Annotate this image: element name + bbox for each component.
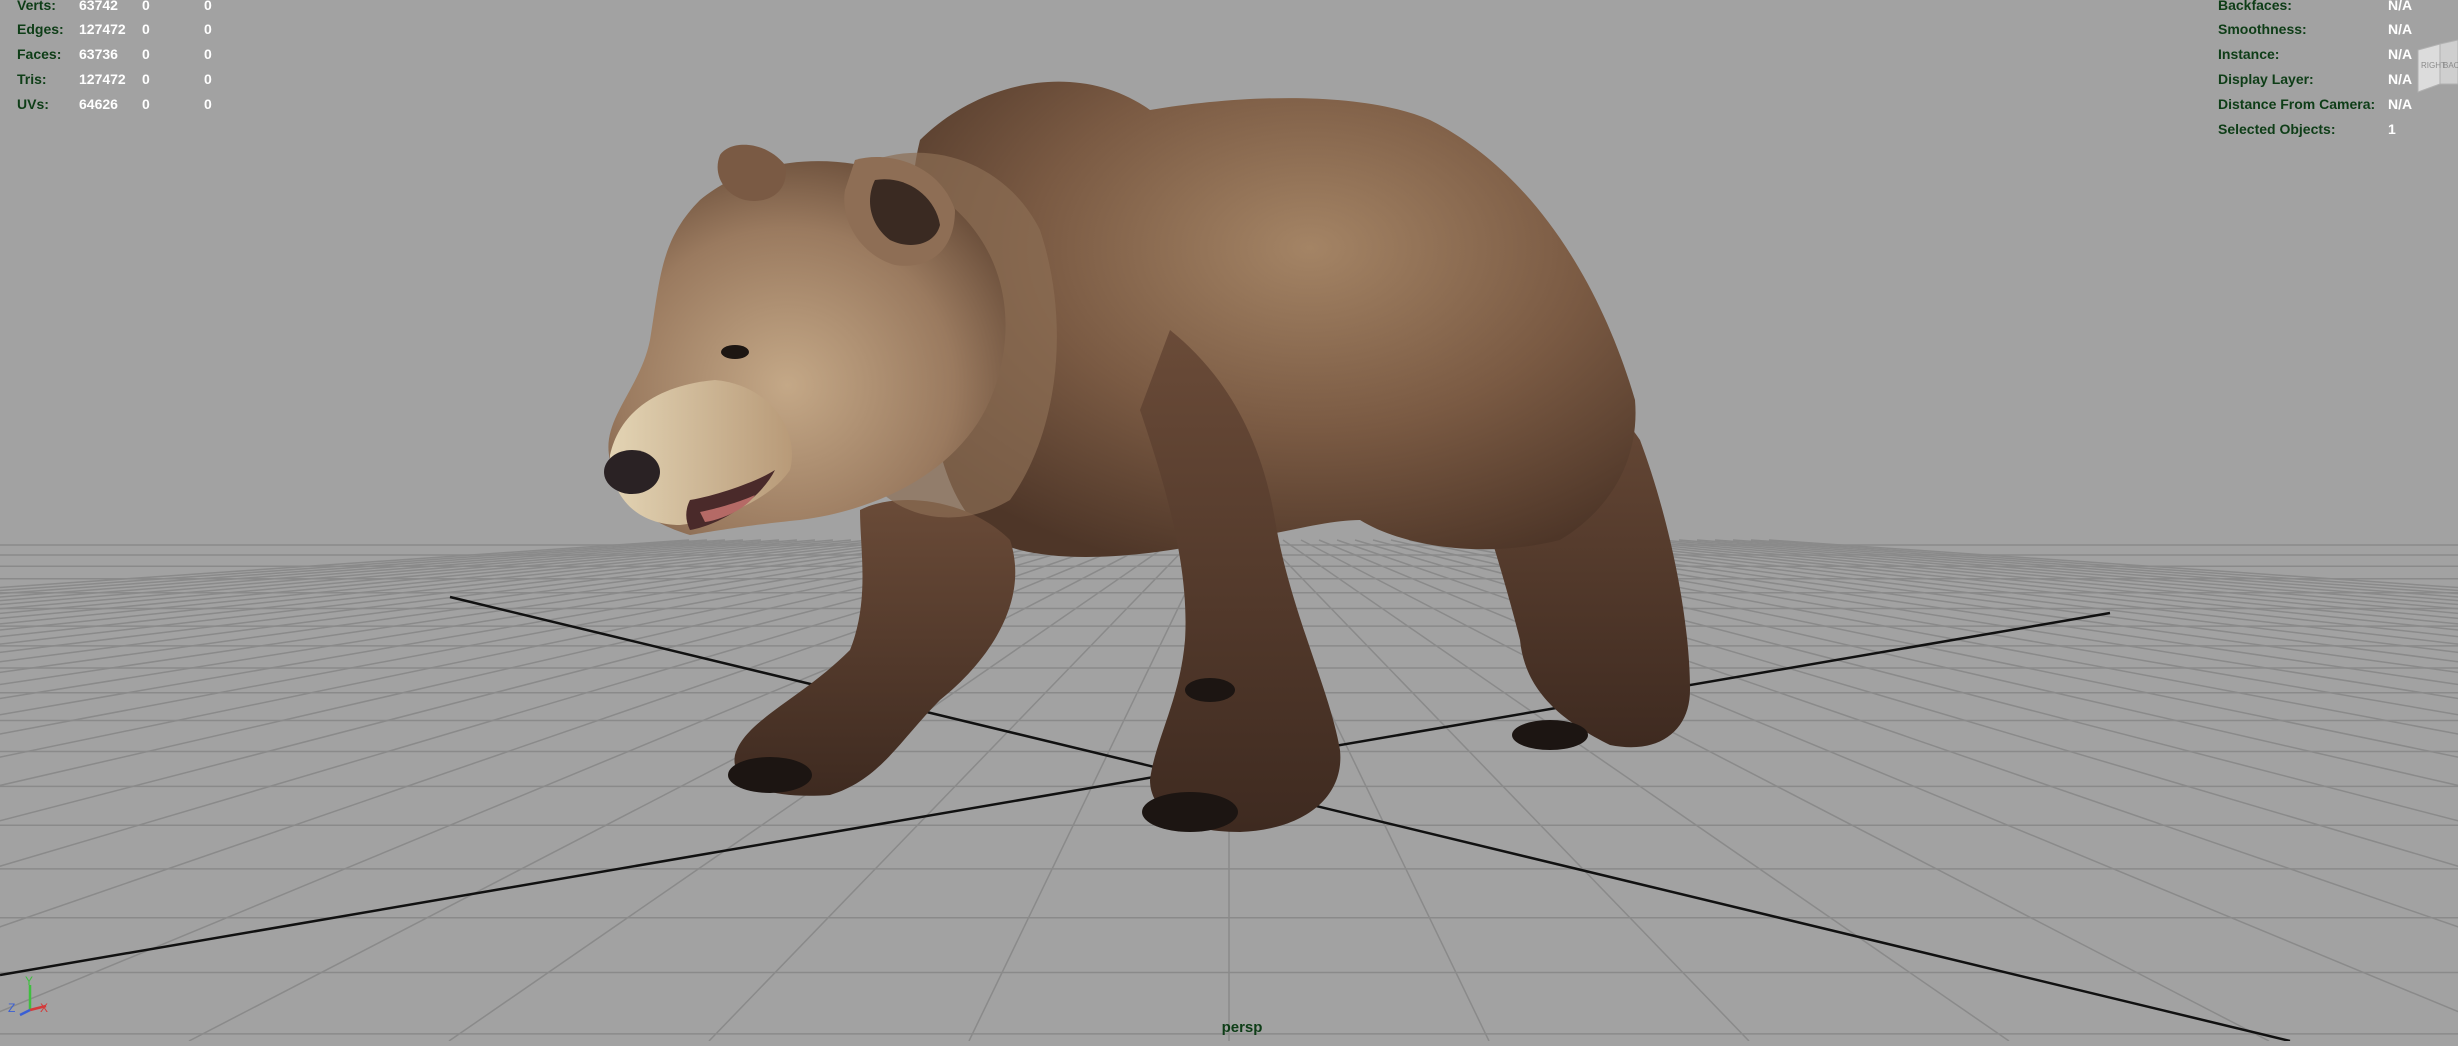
bear-model[interactable] (604, 81, 1690, 832)
grid-line (0, 539, 816, 615)
grid-line (1336, 539, 2458, 928)
grid-line (1300, 539, 2270, 1042)
hud-value: 63742 (79, 0, 118, 13)
hud-label: Distance From Camera: (2218, 96, 2376, 112)
grid-line (1768, 539, 2458, 589)
hud-label: Instance: (2218, 46, 2280, 62)
3d-viewport[interactable]: Y Z X RIGHT BACK (0, 0, 2458, 1043)
hud-label: Smoothness: (2218, 21, 2307, 37)
viewport-canvas[interactable]: Y Z X RIGHT BACK (0, 0, 2458, 1043)
hud-value: 127472 (79, 21, 126, 37)
grid-line (1642, 539, 2458, 615)
hud-value: N/A (2388, 96, 2413, 112)
grid-line (0, 539, 690, 589)
hud-value: N/A (2388, 0, 2413, 13)
hud-value: 0 (204, 96, 212, 112)
grid-line (0, 539, 852, 625)
grid-line (1570, 539, 2458, 638)
hud-label: Tris: (17, 71, 47, 87)
hud-label: Verts: (17, 0, 56, 13)
hud-value: 0 (204, 0, 212, 13)
axis-x-label: X (40, 1001, 48, 1015)
view-cube-back-face[interactable]: BACK (2443, 61, 2458, 70)
hud-value: 0 (142, 0, 150, 13)
hud-value: 64626 (79, 96, 118, 112)
camera-name-label: persp (1221, 1019, 1263, 1036)
hud-value: 0 (142, 21, 150, 37)
axis-y-label: Y (25, 974, 33, 988)
hud-label: UVs: (17, 96, 49, 112)
hud-label: Backfaces: (2218, 0, 2292, 13)
hud-label: Display Layer: (2218, 71, 2314, 87)
hud-value: N/A (2388, 21, 2413, 37)
grid-axis-lines (0, 595, 2291, 1043)
hud-value: 63736 (79, 46, 118, 62)
hud-value: N/A (2388, 46, 2413, 62)
hud-value: 0 (204, 71, 212, 87)
hud-value: 0 (204, 46, 212, 62)
axis-z-label: Z (8, 1001, 15, 1015)
hud-value: 1 (2388, 121, 2396, 137)
hud-label: Selected Objects: (2218, 121, 2336, 137)
hud-label: Edges: (17, 21, 64, 37)
hud-value: N/A (2388, 71, 2413, 87)
grid-line (1318, 539, 2458, 1013)
hud-label: Faces: (17, 46, 62, 62)
hud-value: 0 (142, 96, 150, 112)
grid-line (0, 539, 708, 592)
hud-value: 0 (142, 71, 150, 87)
hud-value: 0 (142, 46, 150, 62)
hud-value: 127472 (79, 71, 126, 87)
grid-line (1606, 539, 2458, 625)
hud-value: 0 (204, 21, 212, 37)
grid-line (188, 539, 1158, 1042)
view-cube[interactable]: RIGHT BACK (2417, 39, 2458, 93)
